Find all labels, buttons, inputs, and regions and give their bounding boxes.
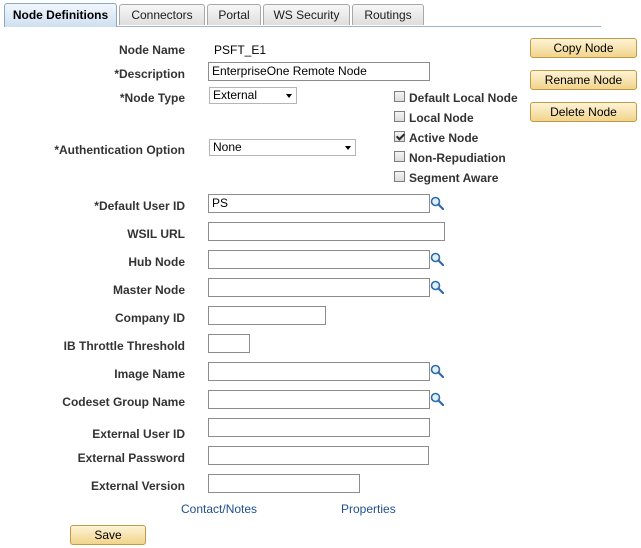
tab-routings[interactable]: Routings — [352, 4, 424, 25]
segment-aware-checkbox[interactable] — [394, 171, 405, 182]
default-local-node-label: Default Local Node — [409, 91, 518, 105]
local-node-label: Local Node — [409, 111, 474, 125]
properties-link[interactable]: Properties — [341, 502, 396, 516]
authentication-option-label: *Authentication Option — [54, 143, 185, 157]
local-node-checkbox[interactable] — [394, 111, 405, 122]
description-label: *Description — [114, 67, 185, 81]
lookup-icon[interactable] — [430, 392, 444, 406]
tab-connectors[interactable]: Connectors — [119, 4, 205, 25]
company-id-field[interactable] — [208, 306, 326, 325]
external-user-id-label: External User ID — [92, 427, 185, 441]
wsil-url-field[interactable] — [208, 222, 445, 241]
lookup-icon[interactable] — [430, 252, 444, 266]
segment-aware-label: Segment Aware — [409, 171, 499, 185]
non-repudiation-label: Non-Repudiation — [409, 151, 506, 165]
chevron-down-icon — [345, 146, 351, 150]
ib-throttle-threshold-field[interactable] — [208, 334, 250, 353]
authentication-option-selected: None — [213, 140, 242, 154]
image-name-field[interactable] — [208, 362, 430, 381]
lookup-icon[interactable] — [430, 196, 444, 210]
node-type-select[interactable]: External — [209, 87, 297, 104]
company-id-label: Company ID — [114, 311, 185, 325]
tab-portal[interactable]: Portal — [207, 4, 261, 25]
node-type-label: *Node Type — [119, 91, 185, 105]
external-password-label: External Password — [77, 451, 185, 465]
non-repudiation-checkbox[interactable] — [394, 151, 405, 162]
copy-node-button[interactable]: Copy Node — [530, 38, 637, 58]
hub-node-label: Hub Node — [128, 255, 185, 269]
active-node-label: Active Node — [409, 131, 479, 145]
ib-throttle-threshold-label: IB Throttle Threshold — [63, 339, 185, 353]
delete-node-button[interactable]: Delete Node — [530, 102, 637, 122]
rename-node-button[interactable]: Rename Node — [530, 70, 637, 90]
image-name-label: Image Name — [114, 367, 185, 381]
chevron-down-icon — [286, 94, 292, 98]
save-button[interactable]: Save — [70, 525, 146, 545]
tab-node-definitions[interactable]: Node Definitions — [4, 3, 117, 27]
node-name-value: PSFT_E1 — [214, 43, 267, 57]
contact-notes-link[interactable]: Contact/Notes — [181, 502, 257, 516]
hub-node-field[interactable] — [208, 250, 430, 269]
master-node-label: Master Node — [112, 283, 185, 297]
default-local-node-checkbox[interactable] — [394, 91, 405, 102]
authentication-option-select[interactable]: None — [209, 139, 356, 156]
tab-ws-security[interactable]: WS Security — [263, 4, 350, 25]
external-version-field[interactable] — [208, 474, 360, 493]
external-version-label: External Version — [90, 479, 185, 493]
master-node-field[interactable] — [208, 278, 430, 297]
node-type-selected: External — [213, 88, 258, 102]
default-user-id-label: *Default User ID — [94, 199, 185, 213]
lookup-icon[interactable] — [430, 280, 444, 294]
default-user-id-field[interactable]: PS — [208, 194, 430, 213]
codeset-group-name-field[interactable] — [208, 390, 430, 409]
active-node-checkbox[interactable] — [394, 131, 405, 142]
external-password-field[interactable] — [208, 446, 429, 465]
lookup-icon[interactable] — [430, 364, 444, 378]
node-name-label: Node Name — [118, 43, 185, 57]
external-user-id-field[interactable] — [208, 418, 430, 437]
description-field[interactable]: EnterpriseOne Remote Node — [208, 62, 430, 81]
codeset-group-name-label: Codeset Group Name — [62, 395, 185, 409]
wsil-url-label: WSIL URL — [127, 227, 185, 241]
